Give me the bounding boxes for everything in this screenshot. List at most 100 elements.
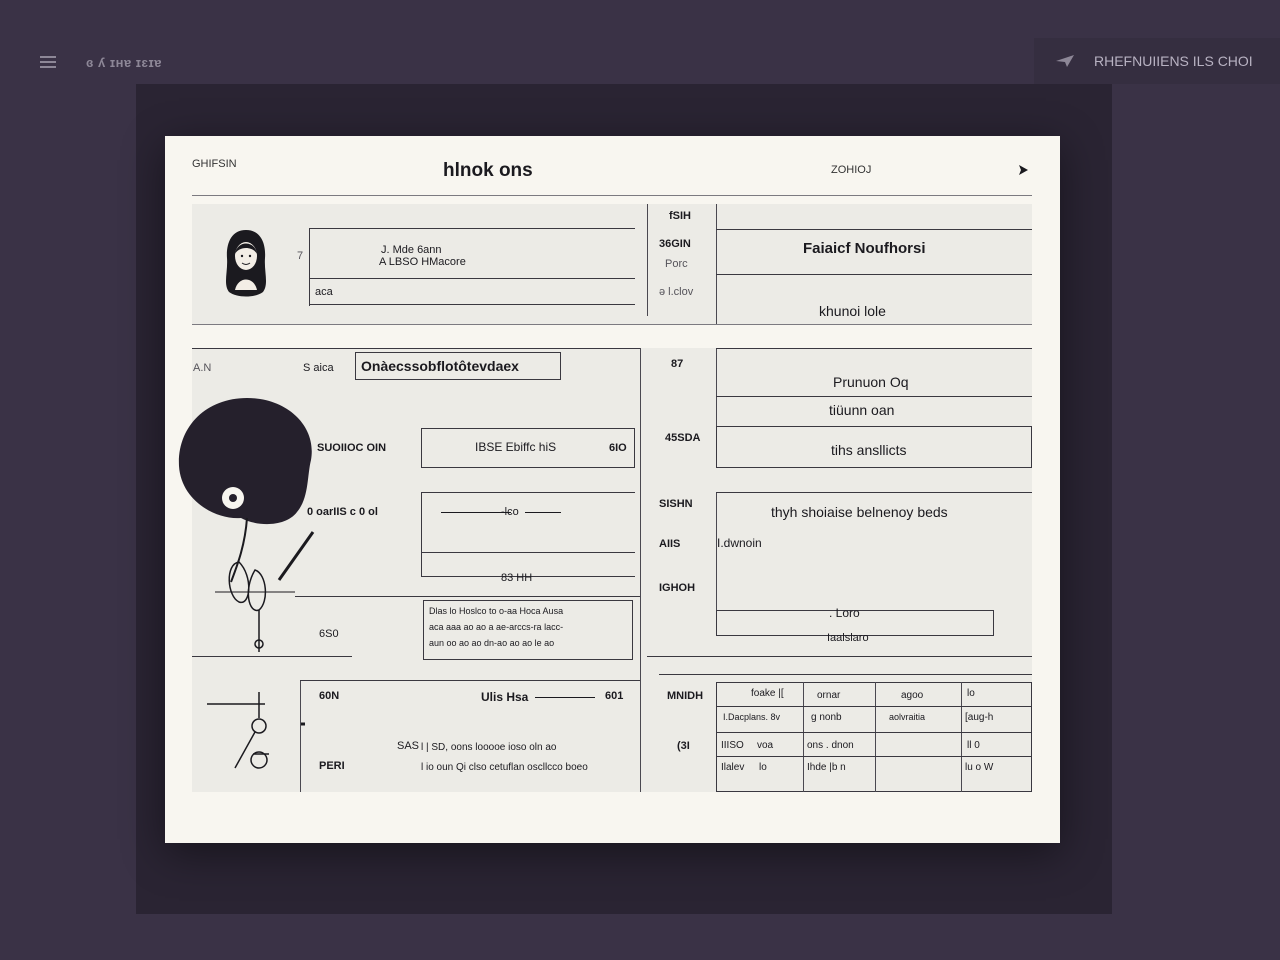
row-value: IBSE Ebiffc hiS <box>475 440 557 454</box>
section-divider <box>192 348 640 349</box>
table-cell: foake |[ <box>751 688 784 699</box>
table-cell: lu o W <box>965 762 994 773</box>
table-cell: g nonb <box>811 712 842 723</box>
value-rule <box>535 697 595 698</box>
column-divider <box>647 204 648 316</box>
note-line: aun oo ao ao dn-ao ao ao le ao <box>429 638 555 648</box>
circuit-illustration <box>207 692 305 769</box>
table-cell: IIISO <box>721 740 744 751</box>
table-column-divider <box>803 682 804 792</box>
table-column-divider <box>961 682 962 792</box>
slider-caption: 83 HH <box>501 572 533 584</box>
table-row-divider <box>716 756 1032 757</box>
field-label: fSIH <box>669 210 691 222</box>
header-divider <box>192 195 1032 196</box>
row-label: SUOIIOC OIN <box>317 442 387 454</box>
column-divider <box>716 204 717 324</box>
table-cell: voa <box>757 740 774 751</box>
right-field-caption: Iaalslaro <box>827 632 869 644</box>
table-cell: agoo <box>901 690 924 701</box>
note-line: Dlas lo Hoslco to o-aa Hoca Ausa <box>429 606 564 616</box>
row-divider <box>300 680 640 681</box>
table-cell: lo <box>759 762 767 773</box>
column-divider <box>640 348 641 792</box>
profile-row-marker: 7 <box>297 250 304 262</box>
profile-divider <box>309 228 635 229</box>
row-divider <box>421 492 635 493</box>
section-3-label: PERI <box>319 760 345 772</box>
profile-line-2: A LBSO HMacore <box>379 256 466 268</box>
zoom-label[interactable]: ZOHIOJ <box>831 164 871 176</box>
row-divider <box>295 596 640 597</box>
right-field-value: . Loro <box>829 606 860 620</box>
microphone-illustration <box>178 398 315 652</box>
document-sheet: GHIFSIN hlnok ons ZOHIOJ 7 J. Mde 6ann A… <box>165 136 1060 843</box>
right-description: thyh shoiaise belnenoy beds <box>771 504 948 520</box>
person-avatar-icon <box>225 230 267 297</box>
right-item: tiüunn oan <box>829 402 895 418</box>
section-3-unit: 601 <box>605 690 624 702</box>
section-3-label: 60N <box>319 690 340 702</box>
profile-fields <box>309 228 635 306</box>
table-top <box>659 674 1032 675</box>
row-divider <box>192 656 352 657</box>
field-label: Porc <box>665 258 688 270</box>
table-cell: lo <box>967 688 975 699</box>
section-divider <box>192 324 1032 325</box>
table-cell: [aug-h <box>965 712 994 723</box>
person-name: Faiaicf Noufhorsi <box>803 240 926 257</box>
section-label: S aica <box>303 362 334 374</box>
person-subtitle: khunoi lole <box>819 303 886 319</box>
chevron-right-icon[interactable] <box>1017 164 1029 176</box>
table-cell: ornar <box>817 690 841 701</box>
row-label: 0 oarIIS c 0 ol <box>307 506 378 518</box>
row-divider <box>421 552 635 553</box>
section-3-text: l io oun Qi clso cetuflan oscllcco boeo <box>421 762 588 773</box>
slider-label: -lco <box>501 506 519 518</box>
field-label: AIIS <box>659 538 681 550</box>
field-label: 87 <box>671 358 684 370</box>
right-item: tihs ansllicts <box>831 442 907 458</box>
profile-line-1: J. Mde 6ann <box>381 244 442 256</box>
field-label: 36GIN <box>659 238 691 250</box>
row-unit: 6IO <box>609 442 627 454</box>
profile-line-3: aca <box>315 286 333 298</box>
row-divider <box>647 656 1032 657</box>
right-subtext: I.dwnoin <box>717 536 762 550</box>
table-row-divider <box>716 732 1032 733</box>
profile-divider <box>309 304 635 305</box>
field-label: 45SDA <box>665 432 701 444</box>
row-divider <box>716 348 1032 349</box>
row-divider <box>716 396 1032 397</box>
top-bar-left: ɞ ʎ ɪʜɐ ɪɛɪɐ <box>40 48 162 76</box>
slider-box <box>421 492 635 576</box>
table-row-divider <box>716 706 1032 707</box>
table-cell: ll 0 <box>967 740 980 751</box>
profile-divider <box>309 278 635 279</box>
table-cell: aolvraitia <box>889 712 926 722</box>
section-tag: A.N <box>193 362 212 374</box>
table-cell: I.Dacplans. 8v <box>723 712 781 722</box>
table-row-label: MNIDH <box>667 690 704 702</box>
hamburger-icon[interactable] <box>40 56 56 68</box>
table-cell: ons . dnon <box>807 740 854 751</box>
field-label: IGHOH <box>659 582 696 594</box>
table-cell: Ihde |b n <box>807 762 846 773</box>
section-3-value: Ulis Hsa <box>481 690 529 704</box>
share-label: RHEFNUIIENS ILS CHOI <box>1094 53 1253 69</box>
field-label: ǝ l.clov <box>659 286 694 298</box>
section-heading: Onàecssobflotôtevdaex <box>361 358 519 374</box>
row-divider <box>716 492 1032 493</box>
note-label: 6S0 <box>319 628 339 640</box>
field-label: SISHN <box>659 498 693 510</box>
app-title: ɞ ʎ ɪʜɐ ɪɛɪɐ <box>86 54 163 70</box>
note-line: aca aaa ao ao a ae-arccs-ra lacc- <box>429 622 564 632</box>
send-icon <box>1056 55 1074 67</box>
section-3-text: l | SD, oons looooe ioso oln ao <box>421 742 557 753</box>
table-cell: Ilalev <box>721 762 745 773</box>
row-divider <box>716 274 1032 275</box>
table-row-label: (3I <box>677 740 690 752</box>
section-3-label: SAS <box>397 740 420 752</box>
share-button[interactable]: RHEFNUIIENS ILS CHOI <box>1034 38 1280 84</box>
slider-track[interactable] <box>525 512 561 513</box>
